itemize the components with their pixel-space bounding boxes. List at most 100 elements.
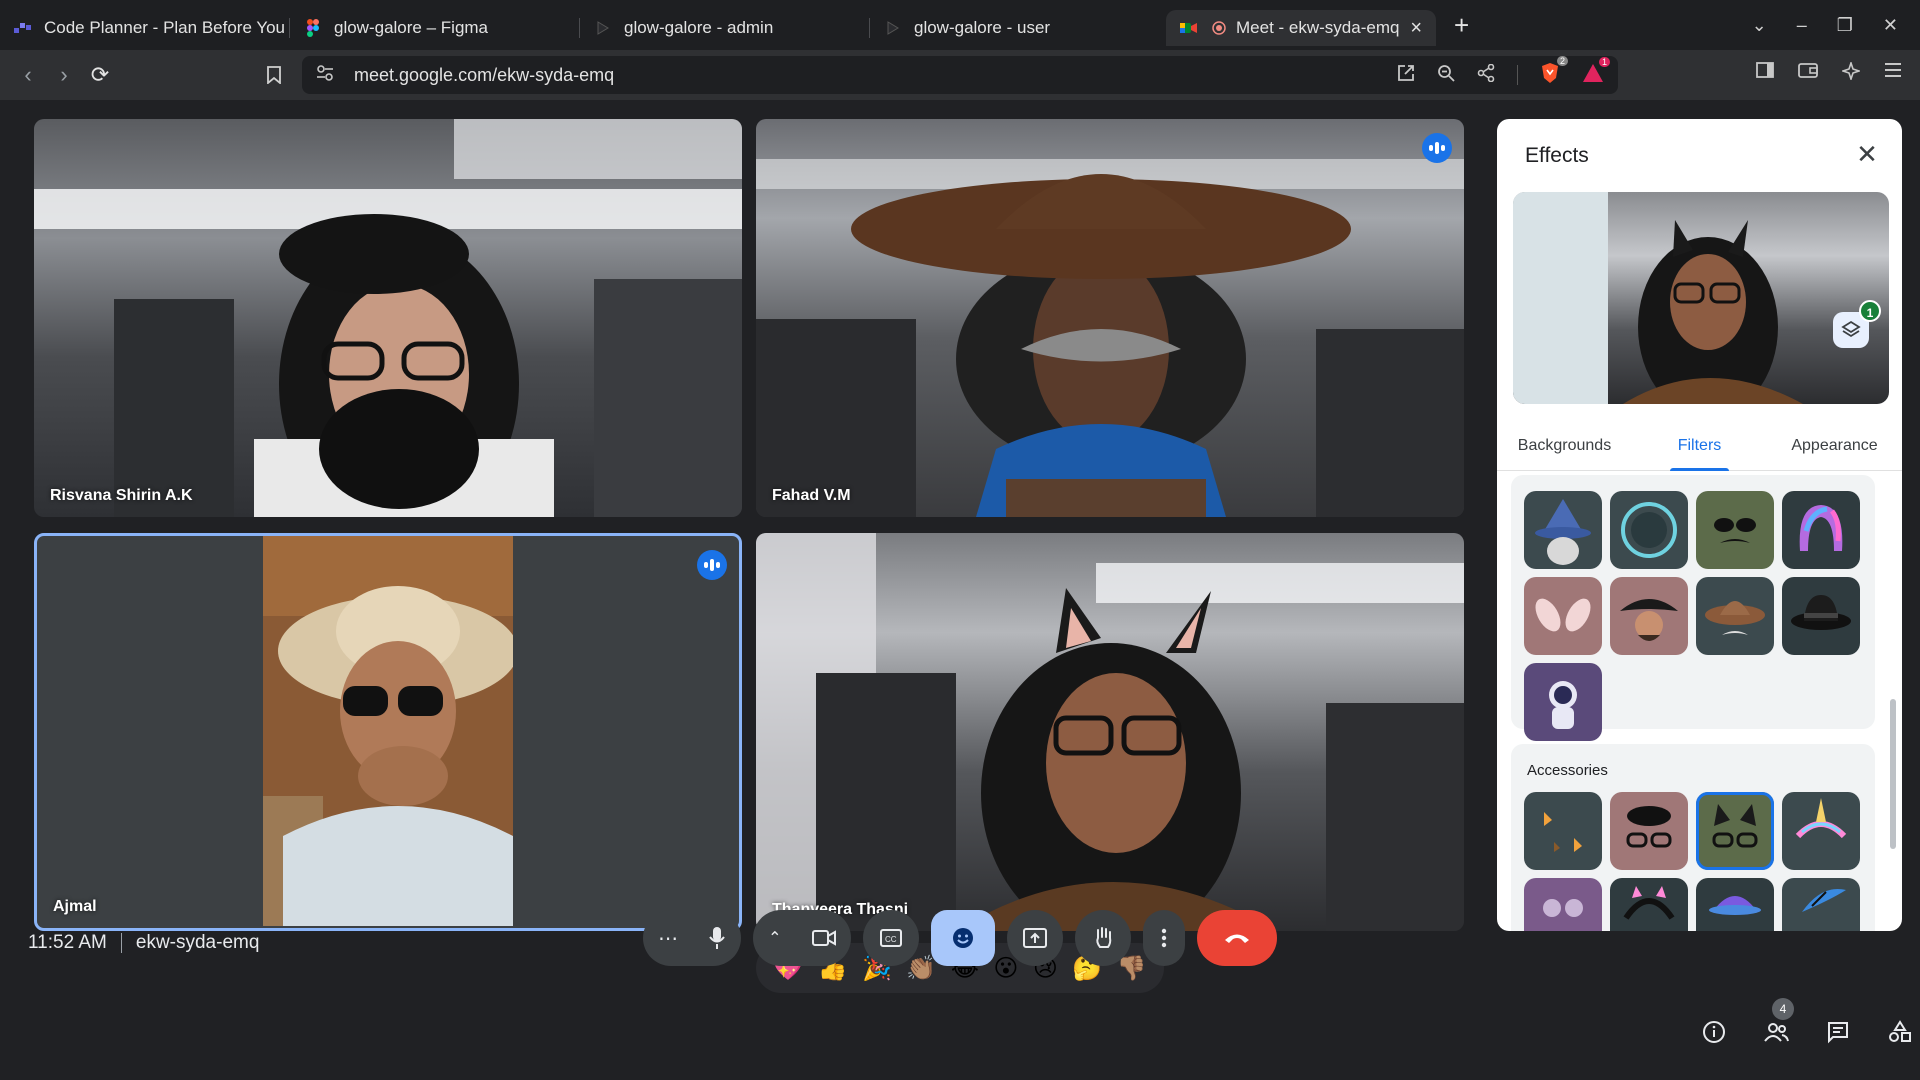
hang-up-icon [1225, 934, 1249, 943]
tab-title: glow-galore - user [914, 18, 1051, 37]
close-window-icon[interactable]: ✕ [1883, 15, 1898, 36]
brave-rewards-icon[interactable]: 1 [1582, 56, 1610, 88]
tab-title: Meet - ekw-syda-emq [1236, 18, 1400, 37]
sunglasses-mustache-icon [1714, 518, 1756, 543]
bookmark-icon[interactable] [256, 57, 292, 93]
filter-diving-helmet[interactable] [1610, 491, 1688, 569]
chat-icon[interactable] [1824, 1018, 1852, 1046]
filter-astronaut[interactable] [1524, 663, 1602, 741]
filters-section [1511, 475, 1875, 741]
mic-control[interactable]: ⋯ [643, 910, 741, 966]
self-preview: 1 [1513, 192, 1889, 404]
feather-icon [1802, 888, 1846, 912]
tab-filters[interactable]: Filters [1632, 427, 1767, 471]
cat-ears-glasses-icon [1712, 804, 1758, 848]
accessory-cat-ear-headphones[interactable] [1610, 878, 1688, 931]
participant-tile[interactable]: Risvana Shirin A.K [34, 119, 742, 517]
meeting-info-icon[interactable] [1700, 1018, 1728, 1046]
beret-glasses-icon [1626, 806, 1672, 848]
browser-tab-active[interactable]: Meet - ekw-syda-emq × [1166, 10, 1436, 46]
close-panel-icon[interactable]: ✕ [1854, 141, 1880, 167]
maximize-icon[interactable]: ❐ [1837, 15, 1853, 36]
call-controls: ⋯ ⌃ CC [643, 910, 1277, 966]
activities-icon[interactable] [1886, 1018, 1914, 1046]
close-tab-icon[interactable]: × [1410, 17, 1422, 40]
svg-text:CC: CC [885, 935, 897, 944]
back-icon[interactable]: ‹ [10, 57, 46, 93]
accessory-feather[interactable] [1782, 878, 1860, 931]
participant-tile[interactable]: Thanveera Thasni [756, 533, 1464, 931]
camera-control[interactable]: ⌃ [753, 910, 851, 966]
wallet-icon[interactable] [1798, 62, 1818, 85]
cap-icon [1709, 896, 1761, 915]
address-bar[interactable]: meet.google.com/ekw-syda-emq 2 1 [302, 55, 1618, 94]
reactions-button[interactable] [931, 910, 995, 966]
menu-icon[interactable] [1884, 62, 1902, 85]
butterflies-icon [1544, 812, 1582, 852]
sidebar-icon[interactable] [1756, 62, 1774, 85]
participant-video [263, 536, 513, 926]
accessory-cap[interactable] [1696, 878, 1774, 931]
leo-ai-icon[interactable] [1840, 60, 1862, 85]
raise-hand-button[interactable] [1075, 910, 1131, 966]
chevron-up-icon[interactable]: ⌃ [768, 928, 781, 948]
brave-shield-icon[interactable]: 2 [1540, 55, 1568, 89]
forward-icon[interactable]: › [46, 57, 82, 93]
people-icon[interactable] [1762, 1018, 1790, 1046]
filter-bunny-ears[interactable] [1524, 577, 1602, 655]
layers-icon [1841, 320, 1861, 338]
accessory-beret-glasses[interactable] [1610, 792, 1688, 870]
site-settings-icon[interactable] [316, 64, 334, 86]
tab-backgrounds[interactable]: Backgrounds [1497, 427, 1632, 470]
filter-cowboy-hat[interactable] [1696, 577, 1774, 655]
tab-search-icon[interactable]: ⌄ [1752, 15, 1767, 36]
open-in-app-icon[interactable] [1397, 64, 1415, 87]
accessory-butterflies[interactable] [1524, 792, 1602, 870]
alert-badge: 1 [1598, 56, 1610, 67]
url-text: meet.google.com/ekw-syda-emq [354, 64, 615, 85]
accessory-cat-ears-glasses[interactable] [1696, 792, 1774, 870]
more-options-button[interactable] [1143, 910, 1185, 966]
captions-icon: CC [880, 929, 902, 947]
present-button[interactable] [1007, 910, 1063, 966]
reload-icon[interactable]: ⟳ [82, 57, 118, 93]
camera-icon [811, 930, 836, 946]
play-icon [594, 19, 612, 37]
side-controls [1700, 1018, 1914, 1046]
emoji-icon [953, 928, 973, 948]
minimize-icon[interactable]: – [1797, 15, 1807, 36]
share-icon[interactable] [1477, 63, 1495, 87]
new-tab-icon[interactable]: + [1454, 10, 1469, 41]
participant-video [756, 533, 1464, 931]
panel-scrollbar[interactable] [1890, 699, 1896, 849]
pirate-hat-icon [1620, 599, 1678, 641]
browser-tab[interactable]: glow-galore - user [870, 10, 1160, 46]
participant-tile[interactable]: Fahad V.M [756, 119, 1464, 517]
tab-title: glow-galore - admin [624, 18, 774, 37]
captions-button[interactable]: CC [863, 910, 919, 966]
unicorn-headband-icon [1795, 798, 1847, 839]
effects-panel: Effects ✕ 1 Backgrounds Filters Appearan… [1497, 119, 1902, 931]
filter-pirate-hat[interactable] [1610, 577, 1688, 655]
filter-wizard-hat[interactable] [1524, 491, 1602, 569]
browser-tab[interactable]: Code Planner - Plan Before You [0, 10, 290, 46]
zoom-icon[interactable] [1437, 64, 1455, 87]
self-preview-video [1513, 192, 1803, 404]
browser-tab[interactable]: glow-galore - admin [580, 10, 870, 46]
accessory-round-glasses[interactable] [1524, 878, 1602, 931]
leave-call-button[interactable] [1197, 910, 1277, 966]
tab-title: Code Planner - Plan Before You [44, 18, 286, 37]
effects-count-badge: 1 [1859, 300, 1881, 322]
participant-video [34, 119, 742, 517]
accessory-unicorn-headband[interactable] [1782, 792, 1860, 870]
browser-tab[interactable]: glow-galore – Figma [290, 10, 580, 46]
filter-rainbow-wig[interactable] [1782, 491, 1860, 569]
more-audio-icon[interactable]: ⋯ [658, 926, 678, 951]
filter-fedora[interactable] [1782, 577, 1860, 655]
wizard-hat-icon [1535, 499, 1591, 565]
present-screen-icon [1023, 928, 1047, 948]
tab-appearance[interactable]: Appearance [1767, 427, 1902, 470]
filter-sunglasses[interactable] [1696, 491, 1774, 569]
participant-tile-pinned[interactable]: Ajmal [34, 533, 742, 931]
mic-icon [709, 927, 725, 949]
